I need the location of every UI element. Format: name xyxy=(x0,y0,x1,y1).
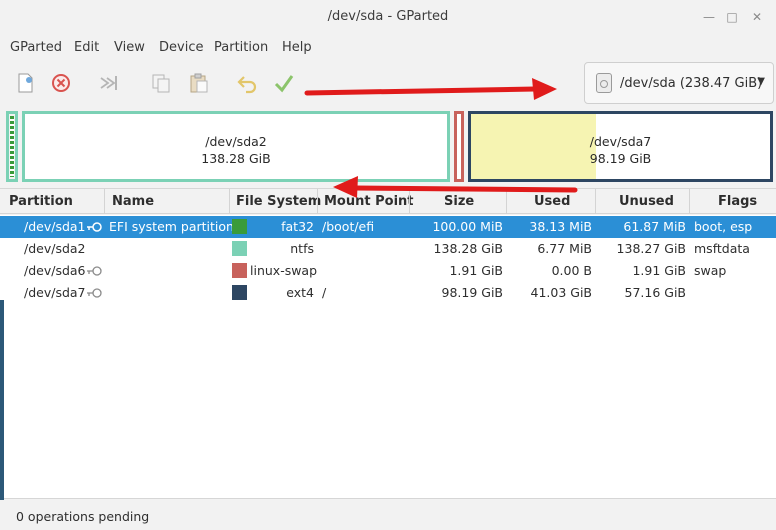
menu-partition[interactable]: Partition xyxy=(214,40,268,55)
cell-size: 100.00 MiB xyxy=(432,219,503,234)
table-row[interactable]: /dev/sda2 ntfs 138.28 GiB 6.77 MiB 138.2… xyxy=(0,238,776,260)
column-flags[interactable]: Flags xyxy=(718,194,757,209)
cell-used: 6.77 MiB xyxy=(537,241,592,256)
paste-icon[interactable] xyxy=(188,72,210,94)
cell-used: 0.00 B xyxy=(551,263,592,278)
cell-flags: boot, esp xyxy=(694,219,753,234)
column-unused[interactable]: Unused xyxy=(619,194,674,209)
minimize-icon[interactable]: — xyxy=(700,8,718,26)
diskmap-segment-sda2[interactable]: /dev/sda2 138.28 GiB xyxy=(22,111,450,182)
cell-fs: linux-swap xyxy=(250,263,318,278)
close-icon[interactable]: ✕ xyxy=(748,8,766,26)
diskmap-sda2-size: 138.28 GiB xyxy=(201,151,271,166)
cell-fs: ntfs xyxy=(290,241,314,256)
partition-table-header: Partition Name File System Mount Point S… xyxy=(0,188,776,214)
title-bar: /dev/sda - GParted — □ ✕ xyxy=(0,0,776,34)
new-partition-icon[interactable] xyxy=(14,72,36,94)
desktop-edge xyxy=(0,300,4,500)
cell-name: EFI system partition xyxy=(109,219,234,234)
column-mount-point[interactable]: Mount Point xyxy=(324,194,414,209)
cell-fs: ext4 xyxy=(286,285,314,300)
maximize-icon[interactable]: □ xyxy=(723,8,741,26)
menu-device[interactable]: Device xyxy=(159,40,203,55)
cell-size: 98.19 GiB xyxy=(441,285,504,300)
column-size[interactable]: Size xyxy=(444,194,474,209)
menu-edit[interactable]: Edit xyxy=(74,40,99,55)
disk-map: /dev/sda2 138.28 GiB /dev/sda7 98.19 GiB xyxy=(6,111,776,182)
fs-color-swatch xyxy=(232,285,247,300)
cell-partition: /dev/sda7 xyxy=(24,285,86,300)
window-title: /dev/sda - GParted xyxy=(327,9,449,24)
column-file-system[interactable]: File System xyxy=(236,194,321,209)
device-selector[interactable]: /dev/sda (238.47 GiB) ▼ xyxy=(584,62,774,104)
column-name[interactable]: Name xyxy=(112,194,154,209)
key-icon xyxy=(87,266,102,276)
cell-unused: 1.91 GiB xyxy=(632,263,686,278)
copy-icon[interactable] xyxy=(150,72,172,94)
fs-color-swatch xyxy=(232,241,247,256)
cell-partition: /dev/sda2 xyxy=(24,241,86,256)
menu-view[interactable]: View xyxy=(114,40,145,55)
cell-used: 38.13 MiB xyxy=(529,219,592,234)
cell-flags: swap xyxy=(694,263,727,278)
diskmap-segment-sda7[interactable]: /dev/sda7 98.19 GiB xyxy=(468,111,773,182)
cell-partition: /dev/sda6 xyxy=(24,263,86,278)
apply-icon[interactable] xyxy=(273,72,295,94)
column-used[interactable]: Used xyxy=(534,194,570,209)
cell-unused: 61.87 MiB xyxy=(623,219,686,234)
diskmap-segment-sda6[interactable] xyxy=(454,111,464,182)
hard-disk-icon xyxy=(596,73,612,93)
fs-color-swatch xyxy=(232,219,247,234)
cell-size: 138.28 GiB xyxy=(433,241,503,256)
delete-icon[interactable] xyxy=(50,72,72,94)
resize-move-icon[interactable] xyxy=(98,72,120,94)
cell-unused: 138.27 GiB xyxy=(616,241,686,256)
cell-unused: 57.16 GiB xyxy=(624,285,687,300)
diskmap-segment-sda1[interactable] xyxy=(6,111,18,182)
device-selector-value: /dev/sda (238.47 GiB) xyxy=(620,76,763,91)
cell-flags: msftdata xyxy=(694,241,750,256)
menu-bar: GParted Edit View Device Partition Help xyxy=(0,36,776,58)
table-row[interactable]: /dev/sda7 ext4 / 98.19 GiB 41.03 GiB 57.… xyxy=(0,282,776,304)
cell-mount: / xyxy=(322,285,327,300)
cell-mount: /boot/efi xyxy=(322,219,375,234)
partition-table-body: /dev/sda1 EFI system partition fat32 /bo… xyxy=(0,215,776,498)
status-bar: 0 operations pending xyxy=(0,498,776,530)
cell-size: 1.91 GiB xyxy=(449,263,503,278)
diskmap-sda7-name: /dev/sda7 xyxy=(589,134,652,149)
cell-partition: /dev/sda1 xyxy=(24,219,86,234)
diskmap-sda2-name: /dev/sda2 xyxy=(205,134,267,149)
chevron-down-icon: ▼ xyxy=(757,76,765,87)
menu-gparted[interactable]: GParted xyxy=(10,40,62,55)
menu-help[interactable]: Help xyxy=(282,40,312,55)
diskmap-sda7-size: 98.19 GiB xyxy=(589,151,652,166)
undo-icon[interactable] xyxy=(236,72,258,94)
status-text: 0 operations pending xyxy=(16,509,150,524)
cell-used: 41.03 GiB xyxy=(530,285,593,300)
cell-fs: fat32 xyxy=(281,219,314,234)
column-partition[interactable]: Partition xyxy=(9,194,73,209)
fs-color-swatch xyxy=(232,263,247,278)
gparted-window: /dev/sda - GParted — □ ✕ GParted Edit Vi… xyxy=(0,0,776,530)
table-row[interactable]: /dev/sda1 EFI system partition fat32 /bo… xyxy=(0,216,776,238)
key-icon xyxy=(87,288,102,298)
key-icon xyxy=(87,222,102,232)
table-row[interactable]: /dev/sda6 linux-swap 1.91 GiB 0.00 B 1.9… xyxy=(0,260,776,282)
